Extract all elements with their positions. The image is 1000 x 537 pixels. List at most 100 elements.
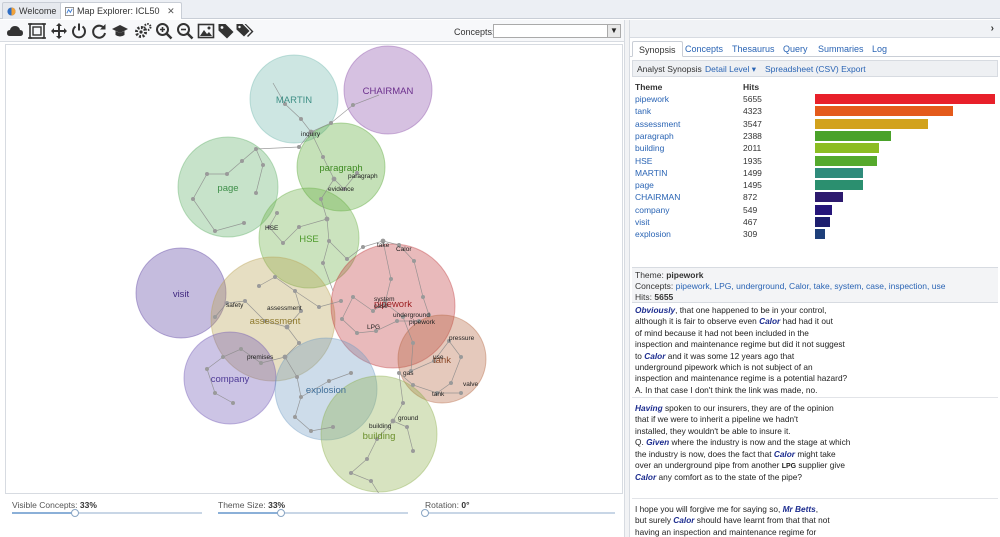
theme-name-link[interactable]: company <box>635 205 670 215</box>
frame-icon[interactable] <box>28 22 46 40</box>
concept-label[interactable]: HSE <box>265 225 279 232</box>
tab-synopsis[interactable]: Synopsis <box>632 41 683 57</box>
excerpt-item[interactable]: I hope you will forgive me for saying so… <box>632 503 998 537</box>
concept-label[interactable]: case <box>374 303 388 310</box>
graduation-cap-icon[interactable] <box>111 22 129 40</box>
refresh-icon[interactable] <box>90 22 108 40</box>
tags-icon[interactable] <box>236 22 254 40</box>
concept-label[interactable]: assessment <box>267 305 302 312</box>
theme-size-slider[interactable]: Theme Size: 33% <box>218 500 408 517</box>
close-icon[interactable]: ✕ <box>167 6 175 16</box>
concept-label[interactable]: pipework <box>409 319 436 326</box>
table-row[interactable]: visit 467 <box>632 216 998 228</box>
visible-concepts-handle[interactable] <box>70 509 79 517</box>
rotation-handle[interactable] <box>421 509 429 517</box>
tag-icon[interactable] <box>217 22 235 40</box>
table-row[interactable]: pipework 5655 <box>632 93 998 105</box>
concept-label[interactable]: ground <box>398 415 419 422</box>
theme-name-link[interactable]: pipework <box>635 94 669 104</box>
theme-label-page[interactable]: page <box>217 183 238 194</box>
theme-name-link[interactable]: paragraph <box>635 131 674 141</box>
chevron-right-icon[interactable]: › <box>991 23 994 34</box>
concept-label[interactable]: Calor <box>396 246 412 253</box>
concept-label[interactable]: gas <box>403 370 414 377</box>
theme-size-track[interactable] <box>218 509 408 517</box>
theme-name-link[interactable]: assessment <box>635 119 680 129</box>
move-icon[interactable] <box>50 22 68 40</box>
table-row[interactable]: page 1495 <box>632 179 998 191</box>
theme-label-hse[interactable]: HSE <box>299 234 319 245</box>
detail-level-dropdown[interactable]: Detail Level ▾ <box>705 64 756 75</box>
theme-name-link[interactable]: building <box>635 143 664 153</box>
excerpt-line: I hope you will forgive me for saying so… <box>635 504 998 515</box>
theme-name-link[interactable]: CHAIRMAN <box>635 192 680 202</box>
visible-concepts-slider[interactable]: Visible Concepts: 33% <box>12 500 202 517</box>
excerpt-item[interactable]: Obviously, that one happened to be in yo… <box>632 304 998 399</box>
table-row[interactable]: company 549 <box>632 204 998 216</box>
concept-label[interactable]: inquiry <box>301 131 321 138</box>
table-row[interactable]: assessment 3547 <box>632 118 998 130</box>
excerpt-item[interactable]: Having spoken to our insurers, they are … <box>632 402 998 499</box>
theme-name-link[interactable]: explosion <box>635 229 671 239</box>
zoom-in-icon[interactable] <box>155 22 173 40</box>
concept-label[interactable]: building <box>369 423 392 430</box>
detail-concepts-links[interactable]: pipework, LPG, underground, Calor, take,… <box>676 281 946 291</box>
gears-icon[interactable] <box>134 22 152 40</box>
concept-map-canvas[interactable]: MARTIN CHAIRMAN page paragraph HSE visit… <box>6 45 622 493</box>
cloud-icon[interactable] <box>6 22 24 40</box>
rotation-slider[interactable]: Rotation: 0° <box>421 500 615 517</box>
tab-summaries[interactable]: Summaries <box>812 41 870 57</box>
table-row[interactable]: explosion 309 <box>632 228 998 240</box>
theme-name-link[interactable]: page <box>635 180 654 190</box>
theme-label-company[interactable]: company <box>211 374 250 385</box>
table-row[interactable]: building 2011 <box>632 142 998 154</box>
keyword-highlight: Obviously <box>635 305 676 315</box>
concept-label[interactable]: premises <box>247 354 274 361</box>
theme-name-link[interactable]: tank <box>635 106 651 116</box>
concept-label[interactable]: take <box>377 242 390 249</box>
concept-label[interactable]: paragraph <box>348 173 378 180</box>
theme-size-handle[interactable] <box>276 509 285 517</box>
concept-label[interactable]: tank <box>432 391 445 398</box>
tab-thesaurus[interactable]: Thesaurus <box>726 41 781 57</box>
theme-name-link[interactable]: MARTIN <box>635 168 667 178</box>
tab-map-explorer[interactable]: Map Explorer: ICL50 ✕ <box>60 2 182 19</box>
excerpt-line: Q. Given where the industry is now and t… <box>635 437 998 448</box>
table-row[interactable]: paragraph 2388 <box>632 130 998 142</box>
tab-log[interactable]: Log <box>866 41 893 57</box>
image-icon[interactable] <box>197 22 215 40</box>
chevron-down-icon: ▼ <box>607 25 620 37</box>
table-row[interactable]: MARTIN 1499 <box>632 167 998 179</box>
concept-label[interactable]: underground <box>393 312 430 319</box>
theme-label-building[interactable]: building <box>363 431 396 442</box>
tab-welcome[interactable]: Welcome <box>2 2 64 19</box>
theme-name-link[interactable]: HSE <box>635 156 652 166</box>
theme-label-explosion[interactable]: explosion <box>306 385 346 396</box>
theme-label-martin[interactable]: MARTIN <box>276 95 312 106</box>
theme-label-assessment[interactable]: assessment <box>250 316 301 327</box>
excerpt-list[interactable]: Obviously, that one happened to be in yo… <box>632 304 998 537</box>
theme-label-visit[interactable]: visit <box>173 289 190 300</box>
concepts-select[interactable]: ▼ <box>493 24 621 38</box>
concept-label[interactable]: use <box>433 354 444 361</box>
concept-label[interactable]: valve <box>463 381 479 388</box>
visible-concepts-track[interactable] <box>12 509 202 517</box>
concept-label[interactable]: evidence <box>328 186 354 193</box>
theme-label-chairman[interactable]: CHAIRMAN <box>363 86 414 97</box>
concept-label[interactable]: system <box>374 296 395 303</box>
table-row[interactable]: tank 4323 <box>632 105 998 117</box>
csv-export-link[interactable]: Spreadsheet (CSV) Export <box>765 64 866 74</box>
tab-query[interactable]: Query <box>777 41 814 57</box>
table-row[interactable]: CHAIRMAN 872 <box>632 191 998 203</box>
tab-concepts[interactable]: Concepts <box>679 41 729 57</box>
concept-label[interactable]: LPG <box>367 324 380 331</box>
concept-label[interactable]: pressure <box>449 335 475 342</box>
zoom-out-icon[interactable] <box>176 22 194 40</box>
concept-map[interactable]: MARTIN CHAIRMAN page paragraph HSE visit… <box>5 44 623 494</box>
concept-label[interactable]: safety <box>226 302 244 309</box>
theme-name-link[interactable]: visit <box>635 217 650 227</box>
power-icon[interactable] <box>70 22 88 40</box>
panel-splitter[interactable] <box>624 20 630 537</box>
rotation-track[interactable] <box>421 509 615 517</box>
table-row[interactable]: HSE 1935 <box>632 155 998 167</box>
